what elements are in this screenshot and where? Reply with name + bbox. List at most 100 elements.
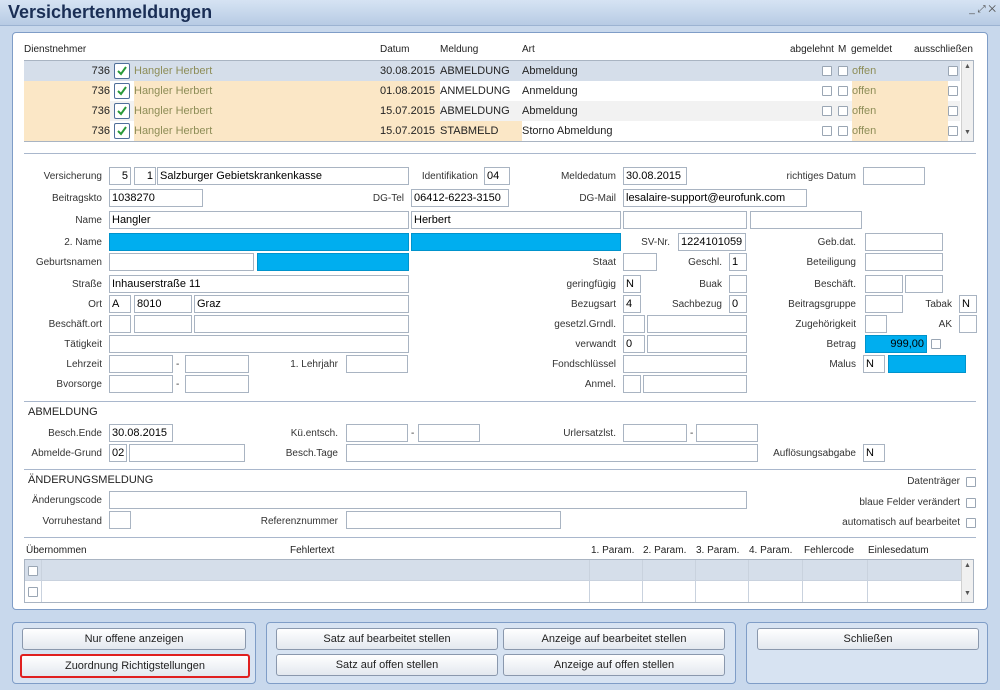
bvorsorge-bis-field[interactable] — [185, 375, 249, 393]
aenderungscode-field[interactable] — [109, 491, 747, 509]
urlersatz-von-field[interactable] — [623, 424, 687, 442]
col-param2[interactable]: 2. Param. — [643, 545, 686, 556]
name2-vorname-field[interactable] — [411, 233, 621, 251]
automatisch-checkbox[interactable] — [966, 518, 976, 528]
abgelehnt-checkbox[interactable] — [822, 126, 832, 136]
verwandt-field[interactable]: 0 — [623, 335, 645, 353]
scroll-down-icon[interactable]: ▼ — [964, 590, 971, 597]
uebernommen-checkbox[interactable] — [28, 587, 38, 597]
document-check-icon[interactable] — [114, 123, 130, 139]
zuordnung-richtigstellungen-button[interactable]: Zuordnung Richtigstellungen — [20, 654, 250, 678]
col-dienstnehmer[interactable]: Dienstnehmer — [24, 44, 86, 55]
urlersatz-bis-field[interactable] — [696, 424, 758, 442]
list-row[interactable]: 736 Hangler Herbert 15.07.2015 STABMELD … — [24, 121, 960, 141]
titel-field[interactable] — [623, 211, 747, 229]
m-checkbox[interactable] — [838, 86, 848, 96]
kue-entsch-von-field[interactable] — [346, 424, 408, 442]
geb-dat-field[interactable] — [865, 233, 943, 251]
geringfuegig-field[interactable]: N — [623, 275, 641, 293]
beschaeft-ort-plz-field[interactable] — [134, 315, 192, 333]
geburtsnamen2-field[interactable] — [257, 253, 409, 271]
fondschluessel-field[interactable] — [623, 355, 747, 373]
anzeige-bearbeitet-button[interactable]: Anzeige auf bearbeitet stellen — [503, 628, 725, 650]
scroll-up-icon[interactable]: ▲ — [964, 562, 971, 569]
datentraeger-checkbox[interactable] — [966, 477, 976, 487]
m-checkbox[interactable] — [838, 106, 848, 116]
col-fehlercode[interactable]: Fehlercode — [804, 545, 854, 556]
sachbezug-field[interactable]: 0 — [729, 295, 747, 313]
lehrzeit-bis-field[interactable] — [185, 355, 249, 373]
table-row[interactable] — [25, 560, 961, 581]
col-abgelehnt[interactable]: abgelehnt — [790, 44, 834, 55]
beschaeft-ort-land-field[interactable] — [109, 315, 131, 333]
col-ausschliessen[interactable]: ausschließen — [914, 44, 973, 55]
list-row[interactable]: 736 Hangler Herbert 01.08.2015 ANMELDUNG… — [24, 81, 960, 101]
abmelde-grund-text-field[interactable] — [129, 444, 245, 462]
meldedatum-field[interactable]: 30.08.2015 — [623, 167, 687, 185]
vorname-field[interactable]: Herbert — [411, 211, 621, 229]
buak-field[interactable] — [729, 275, 747, 293]
betrag-field[interactable]: 999,00 — [865, 335, 927, 353]
gesetzl-grndl2-field[interactable] — [647, 315, 747, 333]
ausschliessen-checkbox[interactable] — [948, 126, 958, 136]
ausschliessen-checkbox[interactable] — [948, 66, 958, 76]
beitragskto-field[interactable]: 1038270 — [109, 189, 203, 207]
col-einlesedatum[interactable]: Einlesedatum — [868, 545, 929, 556]
lehrjahr-field[interactable] — [346, 355, 408, 373]
lehrzeit-von-field[interactable] — [109, 355, 173, 373]
betrag-checkbox[interactable] — [931, 339, 941, 349]
col-fehlertext[interactable]: Fehlertext — [290, 545, 334, 556]
col-art[interactable]: Art — [522, 44, 535, 55]
document-check-icon[interactable] — [114, 63, 130, 79]
staat-field[interactable] — [623, 253, 657, 271]
col-param4[interactable]: 4. Param. — [749, 545, 792, 556]
abgelehnt-checkbox[interactable] — [822, 86, 832, 96]
beschaeft2-field[interactable] — [905, 275, 943, 293]
col-gemeldet[interactable]: gemeldet — [851, 44, 892, 55]
besch-tage-field[interactable] — [346, 444, 758, 462]
zugehoerigkeit-field[interactable] — [865, 315, 887, 333]
anmel-field[interactable] — [623, 375, 641, 393]
col-datum[interactable]: Datum — [380, 44, 409, 55]
anzeige-offen-button[interactable]: Anzeige auf offen stellen — [503, 654, 725, 676]
anmel2-field[interactable] — [643, 375, 747, 393]
sv-nr-field[interactable]: 1224101059 — [678, 233, 746, 251]
uebernommen-checkbox[interactable] — [28, 566, 38, 576]
blaue-felder-checkbox[interactable] — [966, 498, 976, 508]
identifikation-field[interactable]: 04 — [484, 167, 510, 185]
geburtsnamen-field[interactable] — [109, 253, 254, 271]
col-param1[interactable]: 1. Param. — [591, 545, 634, 556]
nur-offene-button[interactable]: Nur offene anzeigen — [22, 628, 246, 650]
beteiligung-field[interactable] — [865, 253, 943, 271]
verwandt2-field[interactable] — [647, 335, 747, 353]
vorruhestand-field[interactable] — [109, 511, 131, 529]
list-row[interactable]: 736 Hangler Herbert 15.07.2015 ABMELDUNG… — [24, 101, 960, 121]
abgelehnt-checkbox[interactable] — [822, 106, 832, 116]
ort-land-field[interactable]: A — [109, 295, 131, 313]
window-controls[interactable]: _ ⤢ ✕ — [969, 4, 996, 15]
document-check-icon[interactable] — [114, 83, 130, 99]
ausschliessen-checkbox[interactable] — [948, 106, 958, 116]
versicherung-name-field[interactable]: Salzburger Gebietskrankenkasse — [157, 167, 409, 185]
bvorsorge-von-field[interactable] — [109, 375, 173, 393]
malus-wert-field[interactable] — [888, 355, 966, 373]
aufloesung-field[interactable]: N — [863, 444, 885, 462]
plz-field[interactable]: 8010 — [134, 295, 192, 313]
col-uebernommen[interactable]: Übernommen — [26, 545, 87, 556]
satz-offen-button[interactable]: Satz auf offen stellen — [276, 654, 498, 676]
referenznummer-field[interactable] — [346, 511, 561, 529]
name2-field[interactable] — [109, 233, 409, 251]
fehler-scrollbar[interactable]: ▲ ▼ — [961, 560, 973, 602]
col-m[interactable]: M — [838, 44, 846, 55]
dg-mail-field[interactable]: lesalaire-support@eurofunk.com — [623, 189, 807, 207]
list-row[interactable]: 736 Hangler Herbert 30.08.2015 ABMELDUNG… — [24, 61, 960, 81]
strasse-field[interactable]: Inhauserstraße 11 — [109, 275, 409, 293]
beitragsgruppe-field[interactable] — [865, 295, 903, 313]
titel2-field[interactable] — [750, 211, 862, 229]
scroll-up-icon[interactable]: ▲ — [964, 63, 971, 70]
document-check-icon[interactable] — [114, 103, 130, 119]
scroll-down-icon[interactable]: ▼ — [964, 129, 971, 136]
schliessen-button[interactable]: Schließen — [757, 628, 979, 650]
malus-field[interactable]: N — [863, 355, 885, 373]
m-checkbox[interactable] — [838, 126, 848, 136]
